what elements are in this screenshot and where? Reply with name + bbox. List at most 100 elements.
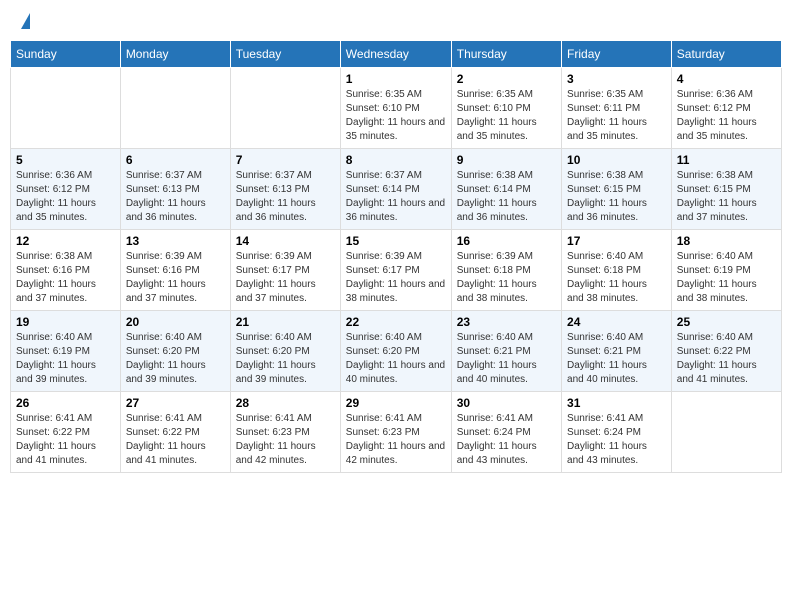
day-info: Sunrise: 6:40 AM Sunset: 6:22 PM Dayligh… [677, 331, 776, 387]
day-info: Sunrise: 6:40 AM Sunset: 6:20 PM Dayligh… [346, 331, 446, 387]
calendar-cell: 5 Sunrise: 6:36 AM Sunset: 6:12 PM Daylig… [11, 149, 121, 230]
day-number: 7 [236, 153, 335, 167]
day-number: 29 [346, 396, 446, 410]
day-info: Sunrise: 6:40 AM Sunset: 6:19 PM Dayligh… [677, 250, 776, 306]
day-info: Sunrise: 6:38 AM Sunset: 6:16 PM Dayligh… [16, 250, 115, 306]
day-number: 31 [567, 396, 666, 410]
day-number: 22 [346, 315, 446, 329]
day-info: Sunrise: 6:38 AM Sunset: 6:14 PM Dayligh… [457, 169, 556, 225]
calendar-cell: 7 Sunrise: 6:37 AM Sunset: 6:13 PM Daylig… [230, 149, 340, 230]
day-number: 4 [677, 72, 776, 86]
calendar-cell: 15Sunrise: 6:39 AM Sunset: 6:17 PM Dayli… [340, 230, 451, 311]
calendar-cell: 2 Sunrise: 6:35 AM Sunset: 6:10 PM Daylig… [451, 68, 561, 149]
calendar-cell: 9 Sunrise: 6:38 AM Sunset: 6:14 PM Daylig… [451, 149, 561, 230]
calendar-cell: 27 Sunrise: 6:41 AM Sunset: 6:22 PM Dayli… [120, 392, 230, 473]
weekday-header: Wednesday [340, 41, 451, 68]
calendar-cell: 19 Sunrise: 6:40 AM Sunset: 6:19 PM Dayli… [11, 311, 121, 392]
day-number: 5 [16, 153, 115, 167]
calendar-table: SundayMondayTuesdayWednesdayThursdayFrid… [10, 40, 782, 473]
day-number: 3 [567, 72, 666, 86]
weekday-header: Tuesday [230, 41, 340, 68]
calendar-cell: 24Sunrise: 6:40 AM Sunset: 6:21 PM Dayli… [562, 311, 672, 392]
calendar-cell [671, 392, 781, 473]
day-info: Sunrise: 6:35 AM Sunset: 6:11 PM Dayligh… [567, 88, 666, 144]
day-info: Sunrise: 6:41 AM Sunset: 6:23 PM Dayligh… [236, 412, 335, 468]
day-info: Sunrise: 6:41 AM Sunset: 6:23 PM Dayligh… [346, 412, 446, 468]
calendar-cell: 20 Sunrise: 6:40 AM Sunset: 6:20 PM Dayli… [120, 311, 230, 392]
weekday-header-row: SundayMondayTuesdayWednesdayThursdayFrid… [11, 41, 782, 68]
day-number: 8 [346, 153, 446, 167]
day-number: 24 [567, 315, 666, 329]
day-number: 12 [16, 234, 115, 248]
day-info: Sunrise: 6:40 AM Sunset: 6:19 PM Dayligh… [16, 331, 115, 387]
calendar-week-row: 26 Sunrise: 6:41 AM Sunset: 6:22 PM Dayli… [11, 392, 782, 473]
calendar-cell: 23 Sunrise: 6:40 AM Sunset: 6:21 PM Dayli… [451, 311, 561, 392]
calendar-cell: 29 Sunrise: 6:41 AM Sunset: 6:23 PM Dayli… [340, 392, 451, 473]
calendar-cell: 13 Sunrise: 6:39 AM Sunset: 6:16 PM Dayli… [120, 230, 230, 311]
day-info: Sunrise: 6:40 AM Sunset: 6:21 PM Dayligh… [457, 331, 556, 387]
day-info: Sunrise: 6:41 AM Sunset: 6:22 PM Dayligh… [16, 412, 115, 468]
calendar-cell: 16Sunrise: 6:39 AM Sunset: 6:18 PM Dayli… [451, 230, 561, 311]
day-info: Sunrise: 6:37 AM Sunset: 6:14 PM Dayligh… [346, 169, 446, 225]
day-number: 9 [457, 153, 556, 167]
calendar-cell: 12 Sunrise: 6:38 AM Sunset: 6:16 PM Dayli… [11, 230, 121, 311]
calendar-week-row: 12 Sunrise: 6:38 AM Sunset: 6:16 PM Dayli… [11, 230, 782, 311]
day-number: 19 [16, 315, 115, 329]
day-number: 10 [567, 153, 666, 167]
day-info: Sunrise: 6:39 AM Sunset: 6:18 PM Dayligh… [457, 250, 556, 306]
calendar-cell: 26 Sunrise: 6:41 AM Sunset: 6:22 PM Dayli… [11, 392, 121, 473]
day-number: 21 [236, 315, 335, 329]
calendar-cell: 18 Sunrise: 6:40 AM Sunset: 6:19 PM Dayli… [671, 230, 781, 311]
day-number: 2 [457, 72, 556, 86]
day-info: Sunrise: 6:36 AM Sunset: 6:12 PM Dayligh… [16, 169, 115, 225]
calendar-cell: 22 Sunrise: 6:40 AM Sunset: 6:20 PM Dayli… [340, 311, 451, 392]
logo [20, 15, 31, 27]
calendar-cell: 25 Sunrise: 6:40 AM Sunset: 6:22 PM Dayli… [671, 311, 781, 392]
weekday-header: Sunday [11, 41, 121, 68]
day-number: 25 [677, 315, 776, 329]
day-number: 27 [126, 396, 225, 410]
day-info: Sunrise: 6:41 AM Sunset: 6:24 PM Dayligh… [567, 412, 666, 468]
calendar-cell [230, 68, 340, 149]
day-info: Sunrise: 6:40 AM Sunset: 6:20 PM Dayligh… [126, 331, 225, 387]
calendar-cell: 3 Sunrise: 6:35 AM Sunset: 6:11 PM Daylig… [562, 68, 672, 149]
weekday-header: Thursday [451, 41, 561, 68]
day-info: Sunrise: 6:36 AM Sunset: 6:12 PM Dayligh… [677, 88, 776, 144]
day-info: Sunrise: 6:37 AM Sunset: 6:13 PM Dayligh… [126, 169, 225, 225]
weekday-header: Monday [120, 41, 230, 68]
calendar-cell: 1 Sunrise: 6:35 AM Sunset: 6:10 PM Daylig… [340, 68, 451, 149]
day-number: 23 [457, 315, 556, 329]
day-number: 26 [16, 396, 115, 410]
day-number: 13 [126, 234, 225, 248]
day-info: Sunrise: 6:38 AM Sunset: 6:15 PM Dayligh… [567, 169, 666, 225]
day-number: 17 [567, 234, 666, 248]
day-number: 18 [677, 234, 776, 248]
day-info: Sunrise: 6:41 AM Sunset: 6:22 PM Dayligh… [126, 412, 225, 468]
calendar-cell: 30Sunrise: 6:41 AM Sunset: 6:24 PM Dayli… [451, 392, 561, 473]
calendar-cell: 10 Sunrise: 6:38 AM Sunset: 6:15 PM Dayli… [562, 149, 672, 230]
calendar-cell: 14Sunrise: 6:39 AM Sunset: 6:17 PM Dayli… [230, 230, 340, 311]
calendar-week-row: 1 Sunrise: 6:35 AM Sunset: 6:10 PM Daylig… [11, 68, 782, 149]
weekday-header: Friday [562, 41, 672, 68]
day-info: Sunrise: 6:39 AM Sunset: 6:17 PM Dayligh… [236, 250, 335, 306]
day-info: Sunrise: 6:38 AM Sunset: 6:15 PM Dayligh… [677, 169, 776, 225]
day-info: Sunrise: 6:37 AM Sunset: 6:13 PM Dayligh… [236, 169, 335, 225]
day-number: 6 [126, 153, 225, 167]
day-number: 11 [677, 153, 776, 167]
day-info: Sunrise: 6:41 AM Sunset: 6:24 PM Dayligh… [457, 412, 556, 468]
calendar-cell: 6 Sunrise: 6:37 AM Sunset: 6:13 PM Daylig… [120, 149, 230, 230]
day-number: 20 [126, 315, 225, 329]
calendar-cell [120, 68, 230, 149]
calendar-cell [11, 68, 121, 149]
day-info: Sunrise: 6:35 AM Sunset: 6:10 PM Dayligh… [457, 88, 556, 144]
day-info: Sunrise: 6:39 AM Sunset: 6:16 PM Dayligh… [126, 250, 225, 306]
page-header [10, 10, 782, 32]
day-number: 1 [346, 72, 446, 86]
logo-icon [21, 13, 30, 29]
calendar-cell: 11 Sunrise: 6:38 AM Sunset: 6:15 PM Dayli… [671, 149, 781, 230]
calendar-cell: 21 Sunrise: 6:40 AM Sunset: 6:20 PM Dayli… [230, 311, 340, 392]
calendar-cell: 17 Sunrise: 6:40 AM Sunset: 6:18 PM Dayli… [562, 230, 672, 311]
day-info: Sunrise: 6:40 AM Sunset: 6:18 PM Dayligh… [567, 250, 666, 306]
day-info: Sunrise: 6:35 AM Sunset: 6:10 PM Dayligh… [346, 88, 446, 144]
day-info: Sunrise: 6:40 AM Sunset: 6:20 PM Dayligh… [236, 331, 335, 387]
